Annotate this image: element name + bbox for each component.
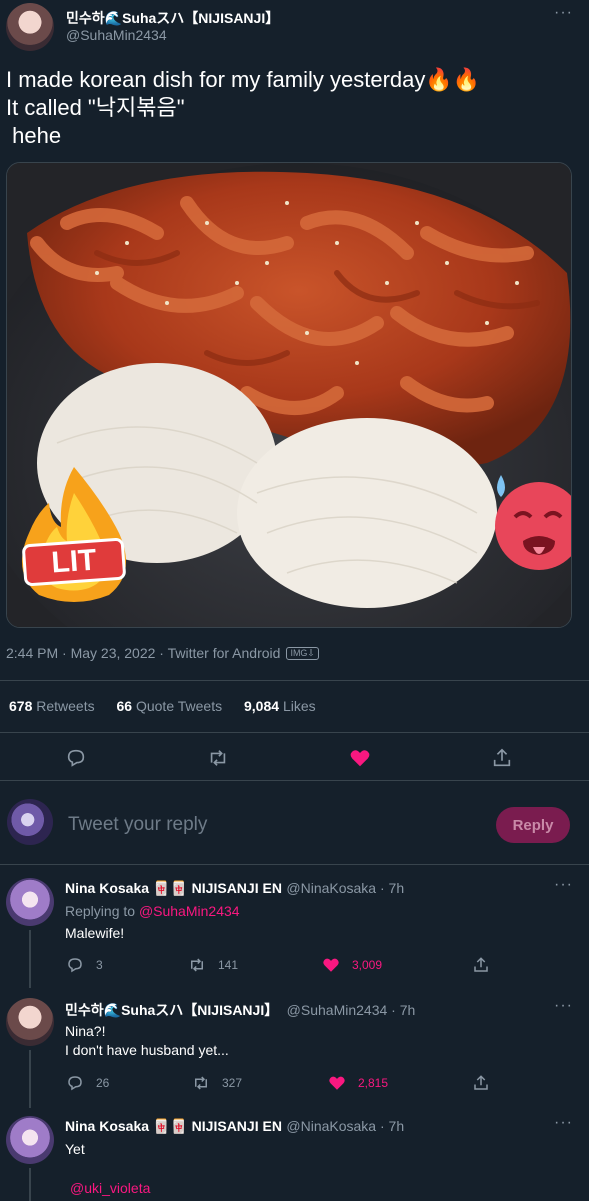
hot-face-icon <box>495 475 571 570</box>
reply-input[interactable]: Tweet your reply <box>68 814 207 836</box>
reply-3-avatar[interactable] <box>6 1116 54 1164</box>
tweet-text-line-1: I made korean dish for my family yesterd… <box>6 67 481 92</box>
divider-stats <box>0 732 589 733</box>
lit-sticker-label: LIT <box>21 537 127 587</box>
reply-3-name[interactable]: Nina Kosaka 🀄🀄 NIJISANJI EN <box>65 1118 282 1134</box>
reply-1-name[interactable]: Nina Kosaka 🀄🀄 NIJISANJI EN <box>65 880 282 896</box>
my-avatar[interactable] <box>7 799 53 845</box>
retweet-icon <box>210 750 226 766</box>
reply-2-retweet-action[interactable]: 327 <box>192 1074 242 1092</box>
retweet-button[interactable] <box>204 744 232 772</box>
more-icon[interactable]: ··· <box>554 4 573 22</box>
reply-submit-button[interactable]: Reply <box>496 807 570 843</box>
reply-2-avatar[interactable] <box>6 998 54 1046</box>
thread-line-2 <box>29 1050 31 1108</box>
reply-3-text: Yet <box>65 1141 85 1157</box>
reply-3-handle[interactable]: @NinaKosaka · 7h <box>286 1118 404 1134</box>
reply-icon <box>68 958 82 973</box>
share-icon <box>474 1075 488 1090</box>
reply-2-share-action[interactable] <box>472 1074 490 1092</box>
reply-icon <box>68 1076 82 1091</box>
reply-2-reply-action[interactable]: 26 <box>66 1074 109 1092</box>
thread-line-3 <box>29 1168 31 1201</box>
like-button[interactable] <box>346 744 374 772</box>
reply-2-header: 민수하🌊Suhaスハ【NIJISANJI】 @SuhaMin2434 · 7h <box>65 1000 415 1020</box>
hot-face-sticker <box>493 471 571 571</box>
reply-1-text: Malewife! <box>65 925 125 941</box>
heart-icon <box>350 750 370 767</box>
divider-composer <box>0 864 589 865</box>
reply-1-share-action[interactable] <box>472 956 490 974</box>
share-button[interactable] <box>488 744 516 772</box>
tweet-text-line-3: hehe <box>6 123 62 148</box>
reply-2-more-icon[interactable]: ··· <box>554 997 573 1015</box>
quotes-stat[interactable]: 66 Quote Tweets <box>117 698 223 714</box>
reply-1-header: Nina Kosaka 🀄🀄 NIJISANJI EN @NinaKosaka … <box>65 880 404 898</box>
reply-3-header: Nina Kosaka 🀄🀄 NIJISANJI EN @NinaKosaka … <box>65 1118 404 1136</box>
reply-3-mention[interactable]: @uki_violeta <box>70 1180 150 1196</box>
reply-2-like-action[interactable]: 2,815 <box>328 1074 388 1092</box>
reply-1-retweet-action[interactable]: 141 <box>188 956 238 974</box>
lit-sticker: LIT <box>9 463 139 603</box>
retweets-stat[interactable]: 678 Retweets <box>9 698 95 714</box>
timestamp-text: 2:44 PM · May 23, 2022 · Twitter for And… <box>6 645 281 661</box>
reply-1-like-action[interactable]: 3,009 <box>322 956 382 974</box>
reply-2-handle[interactable]: @SuhaMin2434 · 7h <box>287 1002 416 1018</box>
author-handle[interactable]: @SuhaMin2434 <box>66 27 167 43</box>
reply-2-text: Nina?! I don't have husband yet... <box>65 1023 229 1058</box>
reply-3-more-icon[interactable]: ··· <box>554 1114 573 1132</box>
reply-1-handle[interactable]: @NinaKosaka · 7h <box>286 880 404 896</box>
tweet-text-line-2: It called "낙지볶음" <box>6 95 185 120</box>
divider-actions <box>0 780 589 781</box>
image-download-badge[interactable]: IMG⇩ <box>286 647 319 660</box>
share-icon <box>474 957 488 972</box>
reply-2-name[interactable]: 민수하🌊Suhaスハ【NIJISANJI】 <box>65 1002 278 1018</box>
reply-1-avatar[interactable] <box>6 878 54 926</box>
author-avatar[interactable] <box>6 3 54 51</box>
retweet-icon <box>195 1076 207 1090</box>
divider-meta <box>0 680 589 681</box>
reply-1-reply-action[interactable]: 3 <box>66 956 103 974</box>
heart-icon <box>323 958 339 972</box>
tweet-image[interactable]: LIT <box>6 162 572 628</box>
reply-1-more-icon[interactable]: ··· <box>554 876 573 894</box>
reply-1-replying-handle[interactable]: @SuhaMin2434 <box>139 903 240 919</box>
reply-button[interactable] <box>62 744 90 772</box>
tweet-text: I made korean dish for my family yesterd… <box>6 66 480 150</box>
author-name[interactable]: 민수하🌊Suhaスハ【NIJISANJI】 <box>66 8 279 28</box>
reply-1-replying-to: Replying to @SuhaMin2434 <box>65 903 240 919</box>
tweet-stats: 678 Retweets 66 Quote Tweets 9,084 Likes <box>9 698 316 714</box>
tweet-timestamp[interactable]: 2:44 PM · May 23, 2022 · Twitter for And… <box>6 645 319 661</box>
retweet-icon <box>191 958 203 972</box>
likes-stat[interactable]: 9,084 Likes <box>244 698 316 714</box>
heart-icon <box>329 1076 345 1090</box>
reply-icon <box>67 749 85 767</box>
share-icon <box>493 748 511 767</box>
thread-line-1 <box>29 930 31 988</box>
